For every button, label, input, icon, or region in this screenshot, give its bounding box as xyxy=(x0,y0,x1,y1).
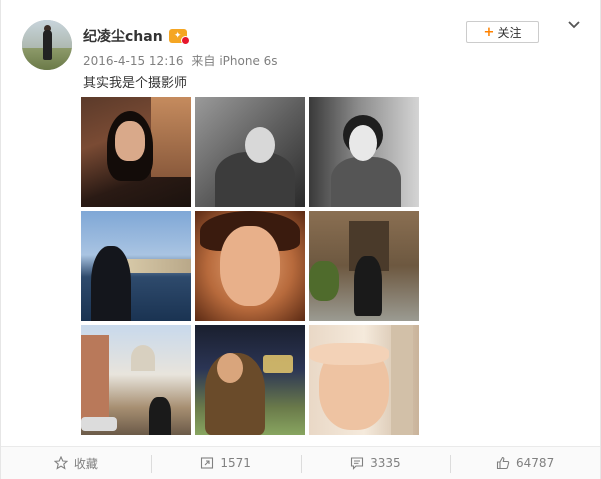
post-timestamp[interactable]: 2016-4-15 12:16 xyxy=(83,54,184,68)
username[interactable]: 纪凌尘chan xyxy=(83,26,163,46)
photo-4-town xyxy=(126,259,191,273)
photo-7-dome xyxy=(131,345,155,371)
comment-count: 3335 xyxy=(370,456,401,470)
repost-icon xyxy=(201,457,214,469)
photo-1-face xyxy=(115,121,145,161)
photo-2-face xyxy=(245,127,275,163)
photo-9-hand xyxy=(309,343,389,365)
photo-5[interactable] xyxy=(195,211,305,321)
username-row: 纪凌尘chan ✦ xyxy=(83,26,190,46)
photo-8-face xyxy=(217,353,243,383)
photo-6-figure xyxy=(354,256,382,316)
comment-icon xyxy=(351,457,364,470)
avatar-figure xyxy=(43,30,52,60)
chevron-down-icon[interactable] xyxy=(567,18,581,32)
favorite-label: 收藏 xyxy=(73,456,98,471)
photo-7-figure xyxy=(149,397,171,435)
repost-count: 1571 xyxy=(220,456,251,470)
comment-button[interactable]: 3335 xyxy=(300,447,451,479)
photo-5-face xyxy=(220,226,280,306)
photo-4[interactable] xyxy=(81,211,191,321)
follow-plus-icon: + xyxy=(483,24,495,40)
like-count: 64787 xyxy=(516,456,555,470)
photo-grid xyxy=(81,97,419,435)
favorite-button[interactable]: 收藏 xyxy=(1,447,151,479)
avatar[interactable] xyxy=(22,20,72,70)
photo-3-coat xyxy=(331,157,401,207)
post-source-prefix: 来自 xyxy=(191,54,216,68)
follow-label: 关注 xyxy=(497,25,522,40)
photo-6-plant xyxy=(309,261,339,301)
photo-4-silhouette xyxy=(91,246,131,321)
star-icon xyxy=(53,456,68,470)
photo-7-car xyxy=(81,417,117,431)
photo-1[interactable] xyxy=(81,97,191,207)
photo-8-lights xyxy=(263,355,293,373)
photo-8[interactable] xyxy=(195,325,305,435)
photo-2[interactable] xyxy=(195,97,305,207)
photo-7-building xyxy=(81,335,109,425)
repost-button[interactable]: 1571 xyxy=(150,447,301,479)
photo-9-window xyxy=(391,325,413,435)
post-text: 其实我是个摄影师 xyxy=(83,76,188,91)
like-button[interactable]: 64787 xyxy=(450,447,600,479)
photo-3-face xyxy=(349,125,377,161)
post-source[interactable]: iPhone 6s xyxy=(219,54,277,68)
follow-button[interactable]: + 关注 xyxy=(466,21,539,43)
photo-1-building xyxy=(151,97,191,177)
photo-9[interactable] xyxy=(309,325,419,435)
photo-3[interactable] xyxy=(309,97,419,207)
post-meta: 2016-4-15 12:16 来自 iPhone 6s xyxy=(83,52,282,69)
weibo-post-card: 纪凌尘chan ✦ 2016-4-15 12:16 来自 iPhone 6s 其实… xyxy=(0,0,601,479)
photo-7[interactable] xyxy=(81,325,191,435)
photo-6[interactable] xyxy=(309,211,419,321)
vip-badge-icon[interactable]: ✦ xyxy=(168,29,190,45)
thumbs-up-icon xyxy=(496,456,510,470)
action-bar: 收藏 1571 3335 64787 xyxy=(1,446,600,479)
